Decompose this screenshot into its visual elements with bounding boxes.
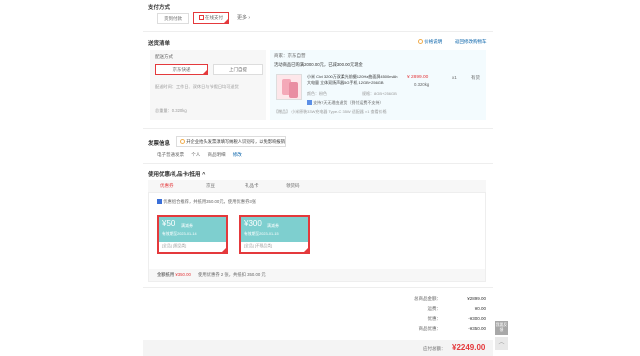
gift-text: 小米原装33W充电器 Type-C 35W 适配器 ×1 查看价格: [291, 109, 387, 114]
shipping-method-label: 配送方式: [155, 54, 173, 59]
coupons-title-text: 使用优惠/礼品卡/抵用: [148, 172, 201, 178]
coupon-tabs: 优惠券 京豆 礼品卡 领货码: [148, 180, 486, 192]
auto-select-row[interactable]: 优惠组合推荐，共抵用350.00元，使用优惠券3张: [157, 199, 256, 205]
coupon-amount: ¥300: [244, 219, 262, 228]
back-to-cart-link[interactable]: 返回修改购物车: [455, 39, 487, 45]
invoice-title: 发票信息: [148, 141, 171, 147]
jd-express-label: 京东快递: [172, 67, 191, 72]
product-qty: x1: [452, 75, 457, 80]
invoice-modify-link[interactable]: 修改: [233, 152, 242, 157]
totals-row-value: -¥300.00: [468, 316, 486, 321]
product-name[interactable]: 小米 Civi 3200万双柔光前摄120Hz曲面屏4500mAh大电量 立体双…: [307, 74, 399, 85]
coupon-valid: 有效期至2023-01-14: [162, 232, 197, 236]
coupon-scope: [全品] [限品类]: [162, 244, 187, 248]
selected-corner-icon: [304, 248, 308, 252]
totals-row-value: ¥2899.00: [467, 296, 486, 301]
selected-corner-icon: [222, 248, 226, 252]
price-note-label: 价格说明: [424, 39, 443, 44]
product-name-text: 小米 Civi 3200万双柔光前摄120Hz曲面屏4500mAh大电量 立体双…: [307, 74, 398, 85]
total-weight: 总重量：0.320kg: [155, 108, 187, 113]
back-to-top-button[interactable]: ︿: [495, 337, 508, 350]
online-pay-label: 在线支付: [205, 15, 223, 20]
jd-express-button[interactable]: 京东快递: [155, 64, 208, 75]
coupon-scope: [全品] [不限品类]: [244, 244, 273, 248]
product-pane: 商家：京东自营 活动商品已购满2000.00元，已减300.00元现金 小米 C…: [270, 50, 486, 120]
chevron-right-icon: ›: [248, 15, 251, 21]
product-color: 颜色：粉色: [307, 91, 327, 96]
coupon-footer: [全品] [不限品类]: [241, 242, 308, 252]
service-note-text: 支持7天无理由退货（到付运费不支持）: [313, 100, 384, 105]
pickup-button[interactable]: 上门自提: [213, 64, 263, 75]
phone-image-back-icon: [289, 82, 298, 98]
delivery-time: 配送时间：工作日、双休日与节假日均可送货: [155, 84, 239, 89]
service-icon: [307, 100, 312, 106]
product-spec: 规格：8GB+256GB: [362, 91, 397, 96]
coupons-title[interactable]: 使用优惠/礼品卡/抵用 ^: [148, 170, 205, 178]
tab-coupons[interactable]: 优惠券: [160, 183, 174, 189]
invoice-detail: 商品明细: [207, 152, 226, 157]
product-price: ¥ 2899.00: [407, 75, 429, 80]
gift-row: 【赠品】 小米原装33W充电器 Type-C 35W 适配器 ×1 查看价格: [274, 109, 387, 115]
chevron-up-icon: ^: [202, 172, 206, 178]
more-label: 更多: [237, 15, 248, 21]
invoice-notice: 开企业抬头发票须填写纳税人识别号，以免影响报销: [176, 136, 286, 147]
tab-jd-beans[interactable]: 京豆: [206, 183, 215, 189]
coupon-amount: ¥50: [162, 219, 176, 228]
invoice-type: 电子普通发票: [157, 152, 184, 157]
coupon-footer: [全品] [限品类]: [159, 242, 226, 252]
shipping-pane: 配送方式 京东快递 上门自提 配送时间：工作日、双休日与节假日均可送货 总重量：…: [150, 50, 266, 120]
checkout-page: 支付方式 货到付款 在线支付 更多 › 送货清单 价格说明 返回修改购物车 配送…: [0, 0, 640, 356]
coupon-tag: 满减券: [267, 223, 279, 228]
totals-row-value: -¥350.00: [468, 326, 486, 331]
feedback-button[interactable]: 我要反馈: [495, 321, 508, 335]
info-icon: [418, 39, 423, 45]
totals-row-label: 运费：: [427, 306, 442, 311]
coupon-panel: 优惠组合推荐，共抵用350.00元，使用优惠券3张 ¥50 满减券 有效期至20…: [148, 192, 486, 282]
coupon-valid: 有效期至2023-01-15: [244, 232, 279, 236]
card-icon: [199, 15, 204, 21]
coupon-tag: 满减券: [181, 223, 193, 228]
payment-title: 支付方式: [148, 5, 171, 11]
auto-select-label: 优惠组合推荐，共抵用350.00元，使用优惠券3张: [163, 199, 257, 204]
gift-label: 【赠品】: [274, 109, 290, 114]
stock-status: 有货: [471, 75, 480, 80]
divider: [143, 31, 493, 32]
checkbox-icon[interactable]: [157, 199, 162, 205]
selected-corner-icon: [224, 19, 228, 23]
merchant-label: 商家：京东自营: [274, 53, 306, 58]
invoice-personal: 个人: [191, 152, 201, 157]
delivery-list-title: 送货清单: [148, 41, 171, 47]
coupon-summary: 金额抵用 ¥350.00 使用优惠券 2 张，共抵扣 350.00 元: [149, 269, 485, 281]
totals-row-label: 总商品金额：: [414, 296, 441, 301]
divider: [143, 163, 493, 164]
product-weight: 0.320kg: [414, 82, 430, 87]
tab-redeem-code[interactable]: 领货码: [286, 183, 300, 189]
coupon-card[interactable]: ¥50 满减券 有效期至2023-01-14 [全品] [限品类]: [157, 215, 228, 254]
warning-icon: [180, 139, 185, 145]
service-note: 支持7天无理由退货（到付运费不支持）: [307, 100, 383, 106]
divider: [143, 128, 493, 129]
summary-amount: ¥350.00: [175, 272, 191, 277]
divider: [143, 287, 493, 288]
cod-button[interactable]: 货到付款: [157, 13, 189, 24]
invoice-row: 电子普通发票 个人 商品明细 修改: [157, 152, 242, 158]
summary-text: 使用优惠券 2 张，共抵扣 350.00 元: [198, 272, 266, 277]
online-pay-button[interactable]: 在线支付: [193, 12, 229, 24]
totals-row-label: 优惠：: [427, 316, 442, 321]
payable-bar: 应付总额： ¥2249.00: [143, 340, 493, 356]
totals-row-value: ¥0.00: [474, 306, 486, 311]
payable-amount: ¥2249.00: [452, 343, 486, 352]
promo-text: 活动商品已购满2000.00元，已减300.00元现金: [274, 62, 363, 67]
payable-label: 应付总额：: [423, 346, 446, 351]
tab-gift-card[interactable]: 礼品卡: [245, 183, 259, 189]
totals-row-label: 商品优惠：: [418, 326, 442, 331]
coupon-card[interactable]: ¥300 满减券 有效期至2023-01-15 [全品] [不限品类]: [239, 215, 310, 254]
chevron-up-icon: ︿: [498, 340, 505, 346]
invoice-notice-text: 开企业抬头发票须填写纳税人识别号，以免影响报销: [186, 139, 286, 144]
product-thumbnail[interactable]: [276, 74, 302, 100]
price-note-link[interactable]: 价格说明: [418, 39, 442, 45]
selected-corner-icon: [203, 70, 207, 74]
more-payment-link[interactable]: 更多 ›: [237, 14, 250, 21]
summary-label: 金额抵用: [157, 272, 175, 277]
